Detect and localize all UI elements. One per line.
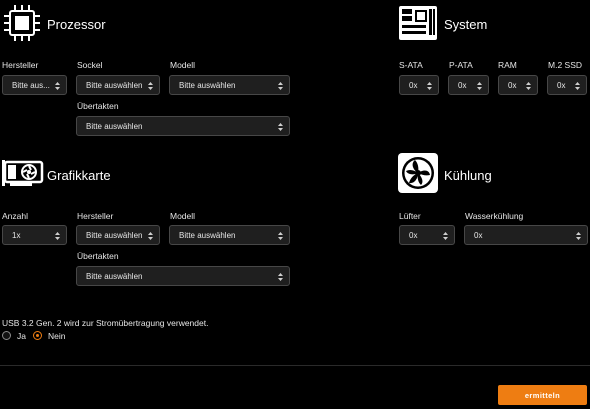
gpu-hersteller-select[interactable]: Bitte auswählen [76, 225, 160, 245]
gpu-uebertakten-label: Übertakten [77, 251, 119, 261]
graphics-card-icon [2, 158, 44, 190]
updown-arrow-icon [576, 232, 581, 240]
motherboard-icon [398, 5, 438, 41]
updown-arrow-icon [443, 232, 448, 240]
cooling-title: Kühlung [444, 168, 492, 183]
divider [0, 365, 590, 366]
gpu-hersteller-value: Bitte auswählen [86, 230, 143, 240]
updown-arrow-icon [278, 273, 283, 281]
cpu-icon [2, 3, 42, 43]
updown-arrow-icon [148, 232, 153, 240]
processor-uebertakten-value: Bitte auswählen [86, 121, 143, 131]
updown-arrow-icon [278, 232, 283, 240]
updown-arrow-icon [55, 232, 60, 240]
processor-modell-value: Bitte auswählen [179, 80, 236, 90]
gpu-hersteller-label: Hersteller [77, 211, 114, 221]
radio-selected-dot [36, 334, 39, 337]
system-m2-label: M.2 SSD [548, 60, 583, 70]
updown-arrow-icon [477, 82, 482, 90]
updown-arrow-icon [278, 82, 283, 90]
processor-hersteller-select[interactable]: Bitte aus... [2, 75, 67, 95]
cooling-luefter-label: Lüfter [399, 211, 421, 221]
system-ram-value: 0x [508, 80, 517, 90]
usb-option-yes-label[interactable]: Ja [17, 331, 26, 341]
system-sata-label: S-ATA [399, 60, 423, 70]
processor-uebertakten-label: Übertakten [77, 101, 119, 111]
processor-hersteller-value: Bitte aus... [12, 80, 50, 90]
cooling-luefter-select[interactable]: 0x [399, 225, 455, 245]
system-sata-value: 0x [409, 80, 418, 90]
system-pata-value: 0x [458, 80, 467, 90]
gpu-anzahl-select[interactable]: 1x [2, 225, 67, 245]
updown-arrow-icon [55, 82, 60, 90]
updown-arrow-icon [427, 82, 432, 90]
system-ram-select[interactable]: 0x [498, 75, 538, 95]
usb-option-no-label[interactable]: Nein [48, 331, 65, 341]
processor-sockel-label: Sockel [77, 60, 103, 70]
system-m2-value: 0x [557, 80, 566, 90]
gpu-anzahl-label: Anzahl [2, 211, 28, 221]
gpu-title: Grafikkarte [47, 168, 111, 183]
gpu-uebertakten-value: Bitte auswählen [86, 271, 143, 281]
gpu-modell-select[interactable]: Bitte auswählen [169, 225, 290, 245]
cooling-luefter-value: 0x [409, 230, 418, 240]
processor-uebertakten-select[interactable]: Bitte auswählen [76, 116, 290, 136]
processor-hersteller-label: Hersteller [2, 60, 39, 70]
usb-question: USB 3.2 Gen. 2 wird zur Stromübertragung… [2, 318, 209, 328]
gpu-uebertakten-select[interactable]: Bitte auswählen [76, 266, 290, 286]
gpu-modell-label: Modell [170, 211, 196, 221]
usb-radio-no[interactable] [33, 331, 42, 340]
system-title: System [444, 17, 488, 32]
processor-modell-select[interactable]: Bitte auswählen [169, 75, 290, 95]
updown-arrow-icon [526, 82, 531, 90]
cooling-wasser-value: 0x [474, 230, 483, 240]
gpu-anzahl-value: 1x [12, 230, 21, 240]
submit-button[interactable]: ermitteln [498, 385, 587, 405]
system-ram-label: RAM [498, 60, 517, 70]
system-pata-label: P-ATA [449, 60, 473, 70]
usb-radio-yes[interactable] [2, 331, 11, 340]
gpu-modell-value: Bitte auswählen [179, 230, 236, 240]
fan-icon [398, 153, 438, 193]
updown-arrow-icon [575, 82, 580, 90]
cooling-wasser-label: Wasserkühlung [465, 211, 524, 221]
updown-arrow-icon [148, 82, 153, 90]
processor-modell-label: Modell [170, 60, 196, 70]
system-m2-select[interactable]: 0x [547, 75, 587, 95]
updown-arrow-icon [278, 123, 283, 131]
processor-sockel-value: Bitte auswählen [86, 80, 143, 90]
cooling-wasser-select[interactable]: 0x [464, 225, 588, 245]
processor-sockel-select[interactable]: Bitte auswählen [76, 75, 160, 95]
system-sata-select[interactable]: 0x [399, 75, 439, 95]
system-pata-select[interactable]: 0x [448, 75, 489, 95]
processor-title: Prozessor [47, 17, 106, 32]
